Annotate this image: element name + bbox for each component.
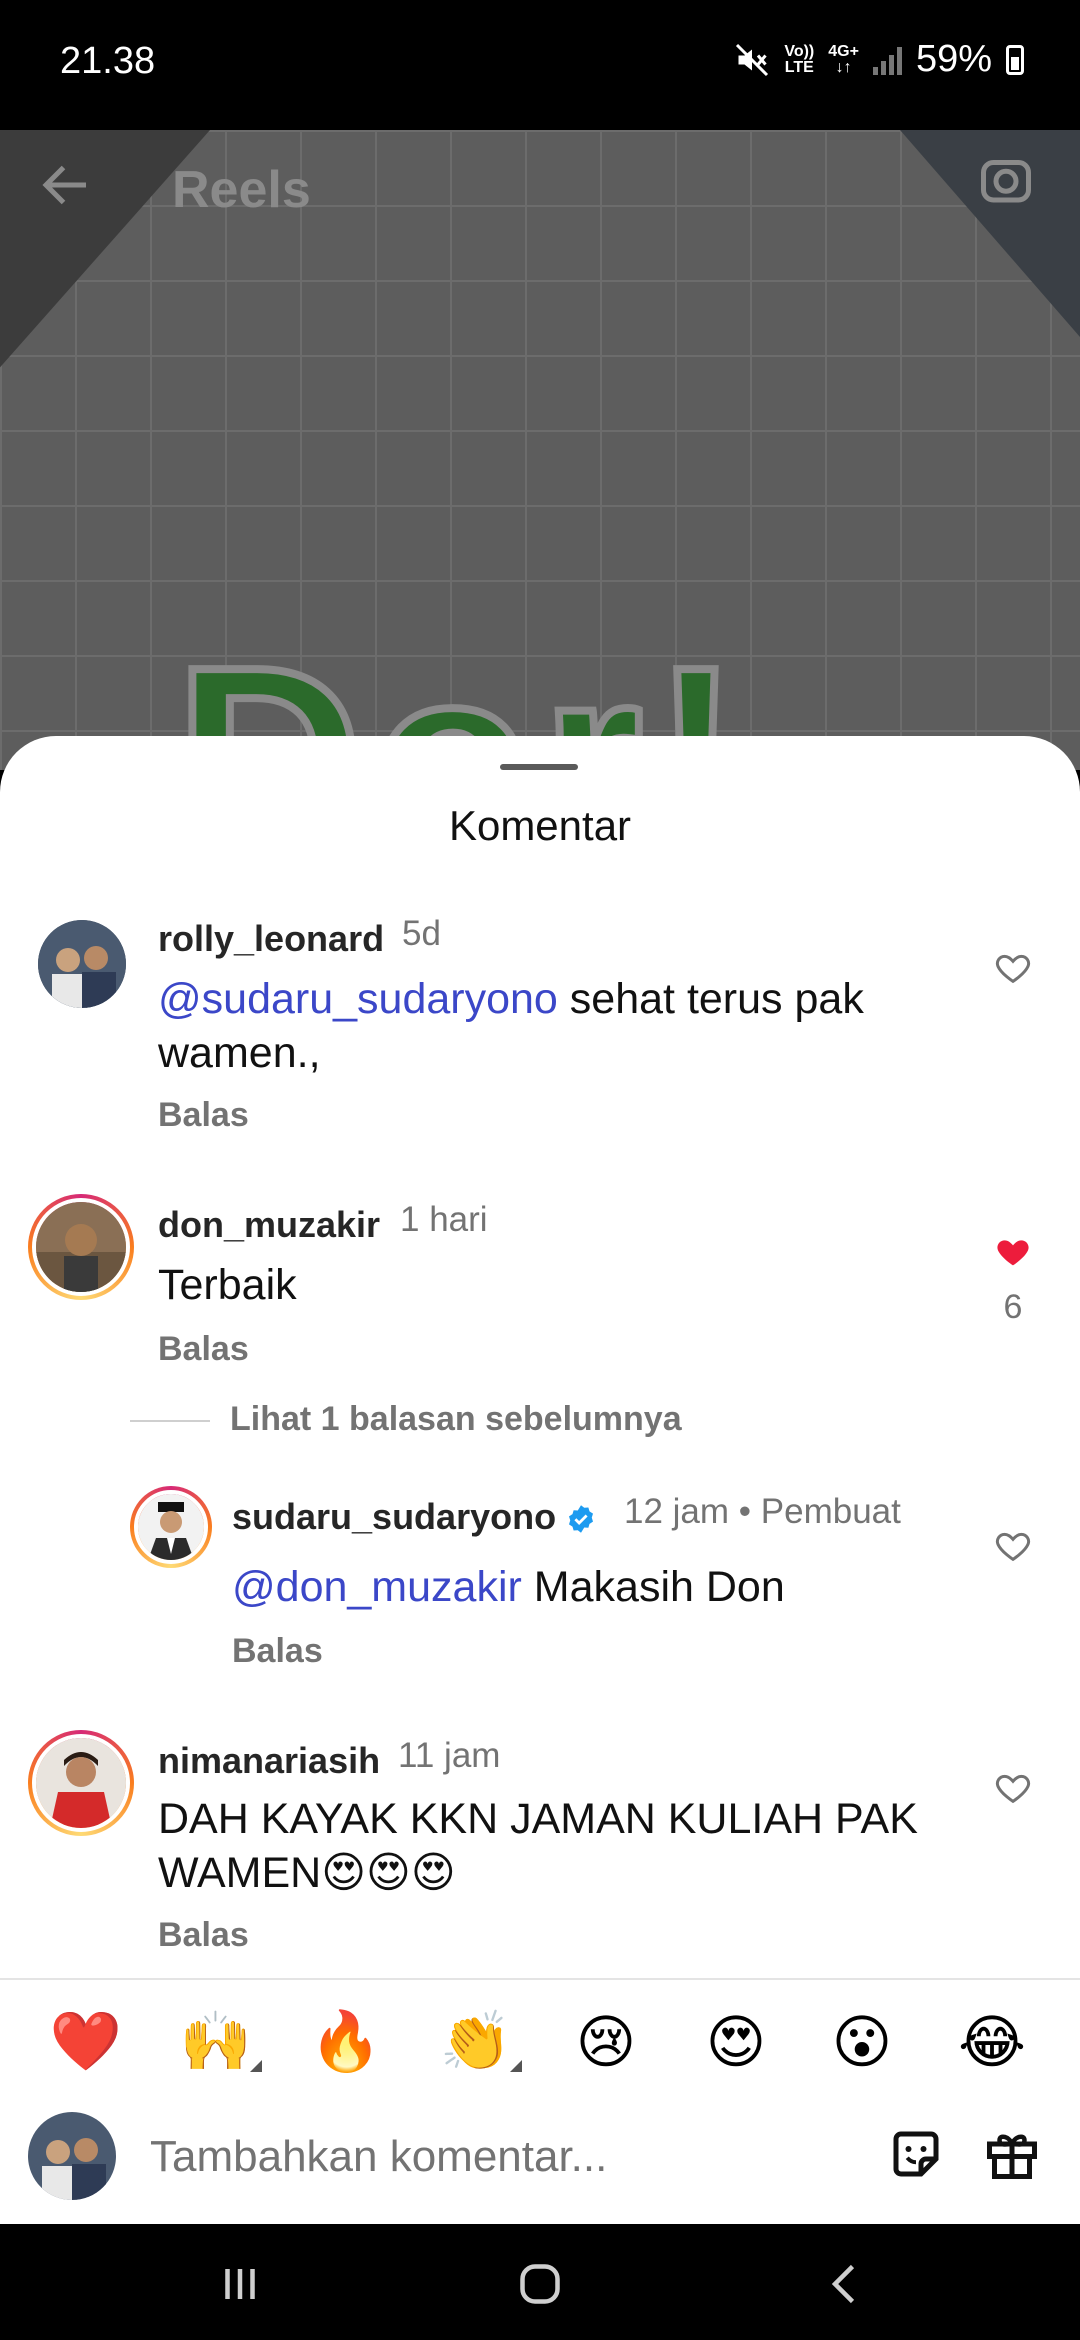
- emoji-fire[interactable]: 🔥: [306, 2008, 386, 2076]
- comment-time: 1 hari: [400, 1200, 488, 1239]
- heart-outline-icon[interactable]: [993, 948, 1033, 988]
- emoji-crying[interactable]: 😢: [566, 2008, 646, 2076]
- reply-button[interactable]: Balas: [158, 1330, 249, 1369]
- avatar[interactable]: [38, 920, 126, 1008]
- reply-time: 12 jam: [624, 1492, 730, 1531]
- emoji-surprised[interactable]: 😮: [822, 2008, 902, 2076]
- reply-button[interactable]: Balas: [232, 1632, 323, 1671]
- comment-text: DAH KAYAK KKN JAMAN KULIAH PAK WAMEN😍😍😍: [158, 1795, 918, 1897]
- emoji-heart[interactable]: ❤️: [46, 2008, 126, 2076]
- reels-title: Reels: [172, 161, 311, 219]
- reply-body: Makasih Don: [521, 1563, 785, 1611]
- network-type: 4G+: [828, 42, 859, 60]
- comment-time: 11 jam: [398, 1736, 501, 1775]
- network-indicator: 4G+ ↓↑: [828, 42, 859, 76]
- volte-bottom: LTE: [784, 58, 814, 76]
- mention-link[interactable]: @sudaru_sudaryono: [158, 975, 558, 1023]
- comment-input[interactable]: Tambahkan komentar...: [150, 2132, 607, 2182]
- emoji-laughing[interactable]: 😂: [952, 2008, 1032, 2076]
- drag-handle[interactable]: [500, 764, 578, 770]
- system-nav-bar: [0, 2224, 1080, 2340]
- reply-meta: 12 jam • Pembuat: [624, 1492, 901, 1531]
- reel-header: Reels: [0, 130, 1080, 240]
- comment-time: 5d: [402, 914, 441, 953]
- volte-indicator: Vo)) LTE: [784, 42, 815, 76]
- emoji-clapping[interactable]: 👏: [436, 2008, 522, 2076]
- emoji-clapping-glyph: 👏: [439, 2009, 513, 2074]
- composer-divider: [0, 1978, 1080, 1980]
- signal-icon: [872, 45, 902, 75]
- status-bar: 21.38 Vo)) LTE 4G+ ↓↑ 59%: [0, 0, 1080, 130]
- mute-icon: [736, 43, 769, 76]
- reply-text: @don_muzakir Makasih Don: [232, 1560, 785, 1614]
- battery-percent: 59%: [915, 38, 992, 80]
- verified-badge-icon: [569, 1505, 594, 1534]
- like-count: 6: [1003, 1288, 1023, 1326]
- my-avatar: [28, 2112, 116, 2200]
- volte-top: Vo)): [784, 42, 815, 60]
- mention-link[interactable]: @don_muzakir: [232, 1563, 522, 1611]
- comment-text: Terbaik: [158, 1261, 297, 1309]
- avatar[interactable]: [28, 1194, 134, 1300]
- camera-icon[interactable]: [976, 150, 1036, 210]
- avatar[interactable]: [28, 1730, 134, 1836]
- reply-username[interactable]: sudaru_sudaryono: [232, 1496, 596, 1538]
- creator-badge: Pembuat: [760, 1492, 901, 1531]
- status-time: 21.38: [60, 40, 156, 82]
- comment-username[interactable]: don_muzakir: [158, 1204, 380, 1246]
- heart-filled-icon[interactable]: [993, 1232, 1033, 1272]
- network-arrows: ↓↑: [835, 58, 852, 76]
- reply-button[interactable]: Balas: [158, 1096, 249, 1135]
- reply-username-text: sudaru_sudaryono: [232, 1496, 557, 1537]
- sheet-title: Komentar: [448, 802, 632, 849]
- comment-username[interactable]: nimanariasih: [158, 1740, 380, 1782]
- back-icon[interactable]: [815, 2254, 875, 2314]
- comment-composer: Tambahkan komentar...: [0, 2112, 1080, 2222]
- recent-apps-icon[interactable]: [210, 2254, 270, 2314]
- thread-line: [130, 1420, 210, 1422]
- comment-username[interactable]: rolly_leonard: [158, 918, 384, 960]
- sticker-icon[interactable]: [886, 2124, 946, 2184]
- view-replies-text: Lihat 1 balasan sebelumnya: [230, 1400, 682, 1438]
- battery-icon: [1006, 44, 1024, 75]
- comment-text: @sudaru_sudaryono sehat terus pak wamen.…: [158, 972, 958, 1080]
- avatar[interactable]: [130, 1486, 212, 1568]
- emoji-raising-hands[interactable]: 🙌: [176, 2008, 262, 2076]
- emoji-reaction-bar: ❤️ 🙌 🔥 👏 😢 😍 😮 😂: [0, 1998, 1080, 2108]
- emoji-raising-hands-glyph: 🙌: [179, 2009, 253, 2074]
- emoji-heart-eyes[interactable]: 😍: [696, 2008, 776, 2076]
- home-icon[interactable]: [510, 2254, 570, 2314]
- status-icons: Vo)) LTE 4G+ ↓↑ 59%: [734, 38, 1024, 81]
- reply-button[interactable]: Balas: [158, 1916, 249, 1955]
- heart-outline-icon[interactable]: [993, 1526, 1033, 1566]
- gift-icon[interactable]: [982, 2124, 1042, 2184]
- back-arrow-icon[interactable]: [36, 155, 96, 215]
- heart-outline-icon[interactable]: [993, 1768, 1033, 1808]
- view-replies-row[interactable]: Lihat 1 balasan sebelumnya: [130, 1400, 930, 1444]
